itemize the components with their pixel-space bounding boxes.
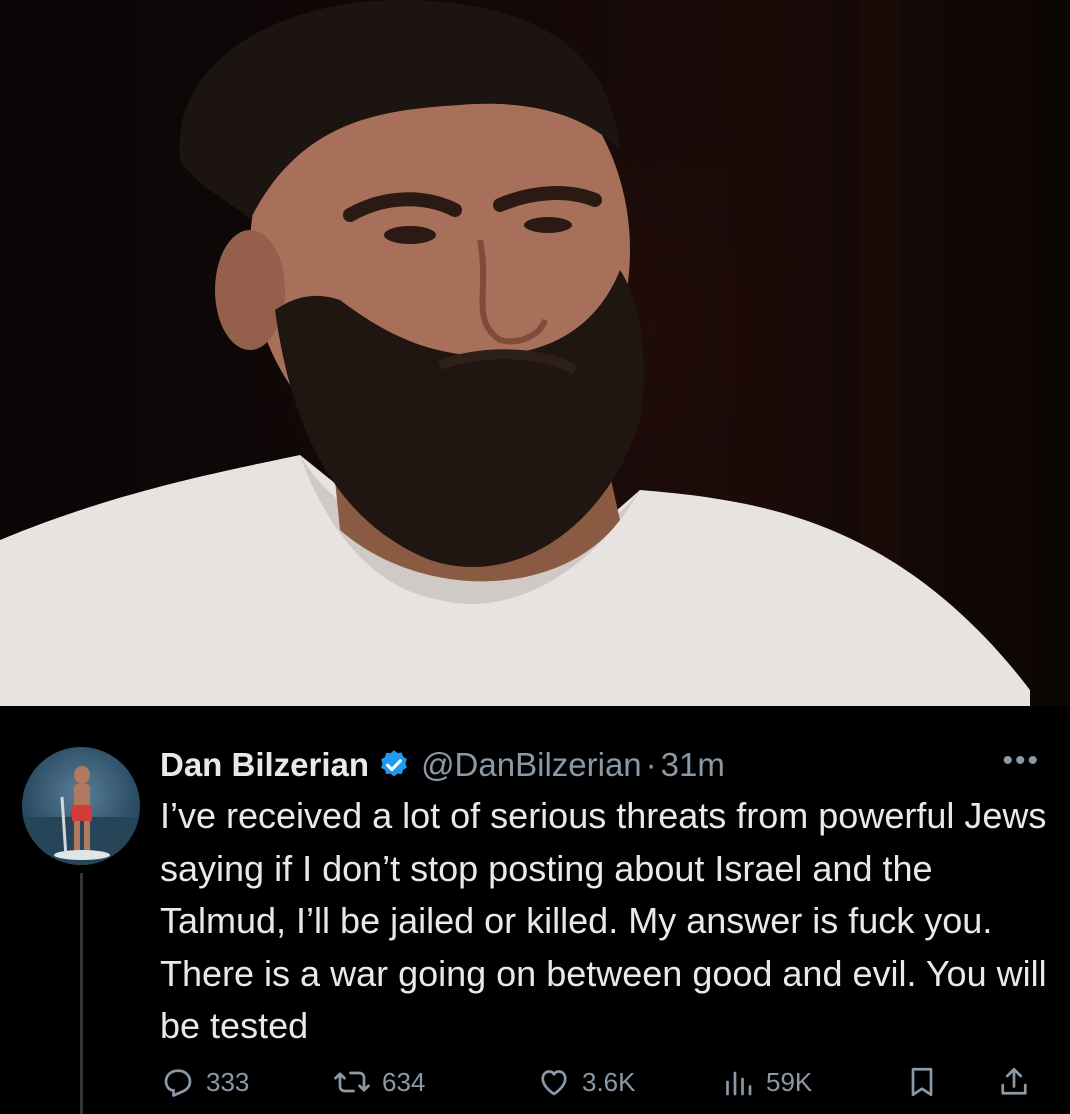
portrait-illustration bbox=[0, 0, 1030, 706]
avatar-image bbox=[22, 766, 140, 865]
like-button[interactable]: 3.6K bbox=[536, 1060, 636, 1104]
share-button[interactable] bbox=[996, 1060, 1042, 1104]
repost-icon bbox=[334, 1071, 370, 1093]
views-icon bbox=[726, 1071, 752, 1096]
tweet-text: I’ve received a lot of serious threats f… bbox=[160, 795, 1047, 1046]
share-icon bbox=[1001, 1067, 1027, 1095]
handle[interactable]: @DanBilzerian bbox=[421, 746, 642, 784]
like-count: 3.6K bbox=[582, 1066, 636, 1097]
tweet: Dan Bilzerian @DanBilzerian · 31m ••• I’… bbox=[0, 706, 1070, 1114]
reply-count: 333 bbox=[206, 1066, 250, 1097]
avatar[interactable] bbox=[22, 747, 140, 865]
tweet-header: Dan Bilzerian @DanBilzerian · 31m ••• bbox=[160, 740, 1040, 790]
repost-button[interactable]: 634 bbox=[332, 1060, 425, 1104]
bookmark-button[interactable] bbox=[904, 1060, 950, 1104]
reply-button[interactable]: 333 bbox=[160, 1060, 249, 1104]
thread-line bbox=[80, 873, 83, 1114]
views-count: 59K bbox=[766, 1066, 813, 1097]
header-photo bbox=[0, 0, 1070, 706]
more-icon[interactable]: ••• bbox=[1002, 744, 1040, 778]
separator-dot: · bbox=[645, 746, 657, 783]
bookmark-icon bbox=[911, 1067, 933, 1097]
reply-icon bbox=[164, 1069, 192, 1097]
views-button[interactable]: 59K bbox=[720, 1060, 812, 1104]
verified-badge-icon bbox=[377, 748, 411, 782]
action-bar: 333 634 3.6K 59K bbox=[160, 1060, 1040, 1104]
timestamp[interactable]: 31m bbox=[661, 746, 725, 784]
display-name[interactable]: Dan Bilzerian bbox=[160, 746, 369, 784]
repost-count: 634 bbox=[382, 1066, 426, 1097]
like-icon bbox=[541, 1070, 567, 1096]
